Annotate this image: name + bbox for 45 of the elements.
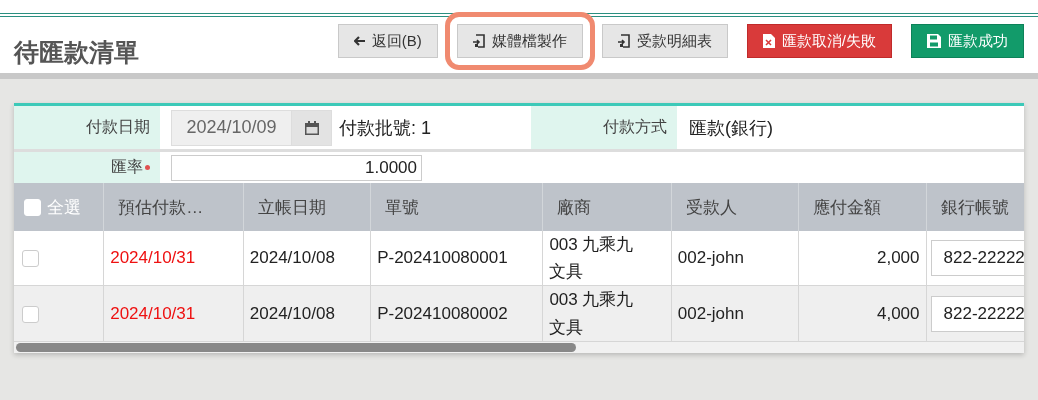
account-field[interactable]: 822-22222 [930, 240, 1024, 277]
table-cell: 2024/10/31 [103, 231, 244, 286]
column-header[interactable]: 銀行帳號 [926, 183, 1024, 231]
account-field[interactable]: 822-22222 [930, 295, 1024, 332]
column-header[interactable]: 應付金額 [798, 183, 927, 231]
field-label: 付款方式 [531, 106, 677, 149]
column-header[interactable]: 廠商 [542, 183, 672, 231]
arrow-left-icon [353, 36, 365, 46]
toolbar-button[interactable]: 返回(B) [337, 24, 438, 58]
toolbar-button[interactable]: 媒體檔製作 [456, 24, 583, 58]
column-header[interactable]: 單號 [370, 183, 543, 231]
field-label: 付款日期 [14, 106, 160, 149]
table-cell: 003 九乘九文具 [542, 285, 672, 342]
toolbar-button[interactable]: 受款明細表 [601, 24, 728, 58]
table-cell: 2024/10/08 [243, 231, 371, 286]
table-cell: 2,000 [798, 231, 927, 286]
toolbar-button[interactable]: 匯款取消/失敗 [746, 24, 892, 58]
checkbox[interactable] [24, 198, 41, 216]
table-cell: 002-john [671, 231, 799, 286]
column-header[interactable]: 預估付款… [103, 183, 244, 231]
toolbar-button[interactable]: 匯款成功 [911, 24, 1024, 58]
column-header[interactable]: 立帳日期 [243, 183, 371, 231]
payment-method: 匯款(銀行) [688, 116, 773, 140]
document-import-icon [472, 34, 485, 48]
save-icon [927, 34, 941, 48]
row-checkbox[interactable] [22, 250, 39, 268]
select-all-label: 全選 [47, 196, 81, 219]
calendar-icon [303, 119, 320, 136]
batch-number: 付款批號: 1 [339, 116, 431, 140]
row-checkbox[interactable] [22, 305, 39, 323]
file-x-icon [762, 34, 775, 48]
table-cell: 003 九乘九文具 [542, 231, 672, 286]
table-cell: P-202410080002 [370, 285, 543, 342]
table-cell: 2024/10/08 [243, 285, 371, 342]
page-title: 待匯款清單 [14, 36, 139, 68]
field-label: 匯率 [111, 157, 143, 177]
rate-field[interactable]: 1.0000 [171, 154, 422, 181]
table-cell: 4,000 [798, 285, 927, 342]
table-cell: P-202410080001 [370, 231, 543, 286]
date-field[interactable]: 2024/10/09 [171, 109, 332, 146]
table-cell: 002-john [671, 285, 799, 342]
horizontal-scrollbar[interactable] [14, 341, 1024, 353]
column-header[interactable]: 受款人 [671, 183, 799, 231]
table-cell: 2024/10/31 [103, 285, 244, 342]
document-import-icon [617, 34, 630, 48]
